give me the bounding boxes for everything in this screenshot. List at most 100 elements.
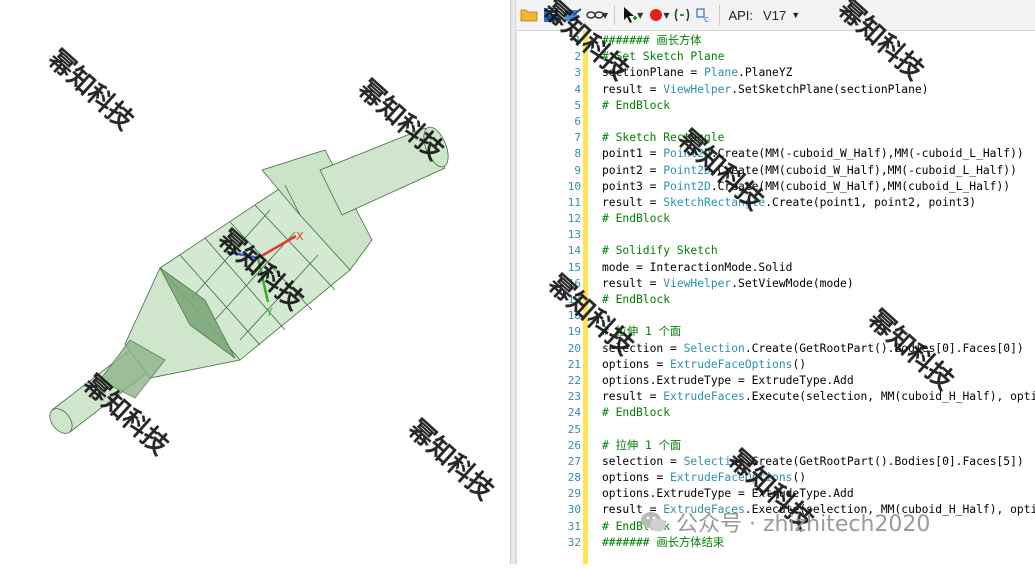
code-line[interactable]: 3 sectionPlane = Plane.PlaneYZ: [517, 65, 1035, 81]
class-token: Point2D: [663, 163, 711, 177]
code-lines: 1 ####### 画长方体 2 # Set Sketch Plane 3 section…: [517, 33, 1035, 551]
line-number: 7: [574, 131, 581, 145]
line-number: 27: [567, 454, 581, 468]
social-account-banner: 公众号 · zhizhitech2020: [640, 506, 930, 538]
code-editor[interactable]: 1 ####### 画长方体 2 # Set Sketch Plane 3 section…: [516, 31, 1035, 564]
code-text: options = ExtrudeFaceOptions(): [602, 471, 807, 485]
code-text: # Set Sketch Plane: [602, 50, 725, 64]
code-text: # Sketch Rectangle: [602, 131, 725, 145]
line-number: 2: [574, 50, 581, 64]
api-version-select[interactable]: V17 ▼: [763, 8, 800, 23]
class-token: ExtrudeFaceOptions: [670, 357, 793, 371]
line-number: 6: [574, 114, 581, 128]
code-line[interactable]: 29 options.ExtrudeType = ExtrudeType.Add: [517, 486, 1035, 502]
code-line[interactable]: 11 result = SketchRectangle.Create(point1…: [517, 195, 1035, 211]
code-text: result = ViewHelper.SetViewMode(mode): [602, 276, 854, 290]
class-token: SketchRectangle: [663, 195, 766, 209]
line-number: 5: [574, 98, 581, 112]
line-number: 25: [567, 422, 581, 436]
code-line[interactable]: 16 result = ViewHelper.SetViewMode(mode): [517, 276, 1035, 292]
api-version-value: V17: [763, 7, 787, 23]
select-pointer-icon[interactable]: [619, 4, 641, 26]
code-line[interactable]: 15 mode = InteractionMode.Solid: [517, 260, 1035, 276]
line-number: 12: [567, 212, 581, 226]
geometry-model[interactable]: X Y: [0, 0, 510, 564]
code-line[interactable]: 18: [517, 308, 1035, 324]
class-token: Point2D: [663, 179, 711, 193]
script-editor-pane: ▼ ▼ ▼ c API: V17 ▼ 1 ####### 画长方体 2 # Set S…: [516, 0, 1035, 564]
code-text: selection = Selection.Create(GetRootPart…: [602, 341, 1024, 355]
code-line[interactable]: 20 selection = Selection.Create(GetRootPa…: [517, 341, 1035, 357]
line-number: 28: [567, 471, 581, 485]
code-line[interactable]: 2 # Set Sketch Plane: [517, 49, 1035, 65]
code-text: result = SketchRectangle.Create(point1, …: [602, 195, 977, 209]
line-number: 16: [567, 276, 581, 290]
code-line[interactable]: 23 result = ExtrudeFaces.Execute(selectio…: [517, 389, 1035, 405]
line-number: 30: [567, 503, 581, 517]
code-line[interactable]: 27 selection = Selection.Create(GetRootPa…: [517, 454, 1035, 470]
link-icon[interactable]: [584, 4, 606, 26]
line-number: 14: [567, 244, 581, 258]
toolbar-separator-2: [719, 5, 721, 25]
code-line[interactable]: 28 options = ExtrudeFaceOptions(): [517, 470, 1035, 486]
code-line[interactable]: 19 # 拉伸 1 个面: [517, 324, 1035, 340]
axis-x-label: X: [296, 230, 304, 243]
code-line[interactable]: 8 point1 = Point2D.Create(MM(-cuboid_W_Ha…: [517, 146, 1035, 162]
model-group: [49, 126, 449, 434]
code-line[interactable]: 10 point3 = Point2D.Create(MM(cuboid_W_Ha…: [517, 179, 1035, 195]
code-line[interactable]: 22 options.ExtrudeType = ExtrudeType.Add: [517, 373, 1035, 389]
code-line[interactable]: 5 # EndBlock: [517, 98, 1035, 114]
code-text: point3 = Point2D.Create(MM(cuboid_W_Half…: [602, 179, 1011, 193]
code-line[interactable]: 24 # EndBlock: [517, 405, 1035, 421]
line-number: 18: [567, 309, 581, 323]
line-number: 1: [574, 34, 581, 47]
line-number: 22: [567, 373, 581, 387]
record-icon[interactable]: [645, 4, 667, 26]
code-line[interactable]: 7 # Sketch Rectangle: [517, 130, 1035, 146]
class-token: ExtrudeFaces: [663, 390, 745, 404]
3d-viewport[interactable]: X Y: [0, 0, 510, 564]
line-number: 3: [574, 66, 581, 80]
line-number: 10: [567, 179, 581, 193]
code-text: # EndBlock: [602, 406, 671, 420]
line-number: 31: [567, 519, 581, 533]
code-text: # Solidify Sketch: [602, 244, 718, 258]
code-line[interactable]: 17 # EndBlock: [517, 292, 1035, 308]
code-text: options.ExtrudeType = ExtrudeType.Add: [602, 487, 854, 501]
class-token: Selection: [683, 341, 745, 355]
code-line[interactable]: 21 options = ExtrudeFaceOptions(): [517, 357, 1035, 373]
open-folder-icon[interactable]: [518, 4, 540, 26]
class-token: Selection: [683, 454, 745, 468]
line-number: 19: [567, 325, 581, 339]
code-line[interactable]: 12 # EndBlock: [517, 211, 1035, 227]
code-line[interactable]: 13: [517, 227, 1035, 243]
social-account-text: 公众号 · zhizhitech2020: [676, 512, 931, 537]
variable-icon[interactable]: c: [693, 4, 715, 26]
code-text: point2 = Point2D.Create(MM(cuboid_W_Half…: [602, 163, 1017, 177]
code-text: # 拉伸 1 个面: [602, 438, 682, 452]
code-line[interactable]: 1 ####### 画长方体: [517, 33, 1035, 49]
class-token: Point2D: [663, 147, 711, 161]
save-icon[interactable]: [540, 4, 562, 26]
code-text: # EndBlock: [602, 212, 671, 226]
code-text: point1 = Point2D.Create(MM(-cuboid_W_Hal…: [602, 147, 1024, 161]
code-line[interactable]: 25: [517, 422, 1035, 438]
line-number: 8: [574, 147, 581, 161]
line-number: 15: [567, 260, 581, 274]
code-line[interactable]: 26 # 拉伸 1 个面: [517, 438, 1035, 454]
code-line[interactable]: 4 result = ViewHelper.SetSketchPlane(sect…: [517, 82, 1035, 98]
api-label: API:: [728, 7, 754, 23]
share-icon[interactable]: [562, 4, 584, 26]
code-text: selection = Selection.Create(GetRootPart…: [602, 454, 1024, 468]
code-line[interactable]: 14 # Solidify Sketch: [517, 243, 1035, 259]
line-number: 17: [567, 293, 581, 306]
code-line[interactable]: 6: [517, 114, 1035, 130]
code-text: ####### 画长方体: [602, 34, 702, 47]
code-text: result = ViewHelper.SetSketchPlane(secti…: [602, 82, 929, 96]
svg-text:c: c: [704, 15, 709, 23]
code-text: options.ExtrudeType = ExtrudeType.Add: [602, 373, 854, 387]
step-icon[interactable]: [671, 4, 693, 26]
code-line[interactable]: 9 point2 = Point2D.Create(MM(cuboid_W_Hal…: [517, 163, 1035, 179]
wechat-icon: [641, 512, 666, 532]
code-text: # EndBlock: [602, 293, 671, 306]
